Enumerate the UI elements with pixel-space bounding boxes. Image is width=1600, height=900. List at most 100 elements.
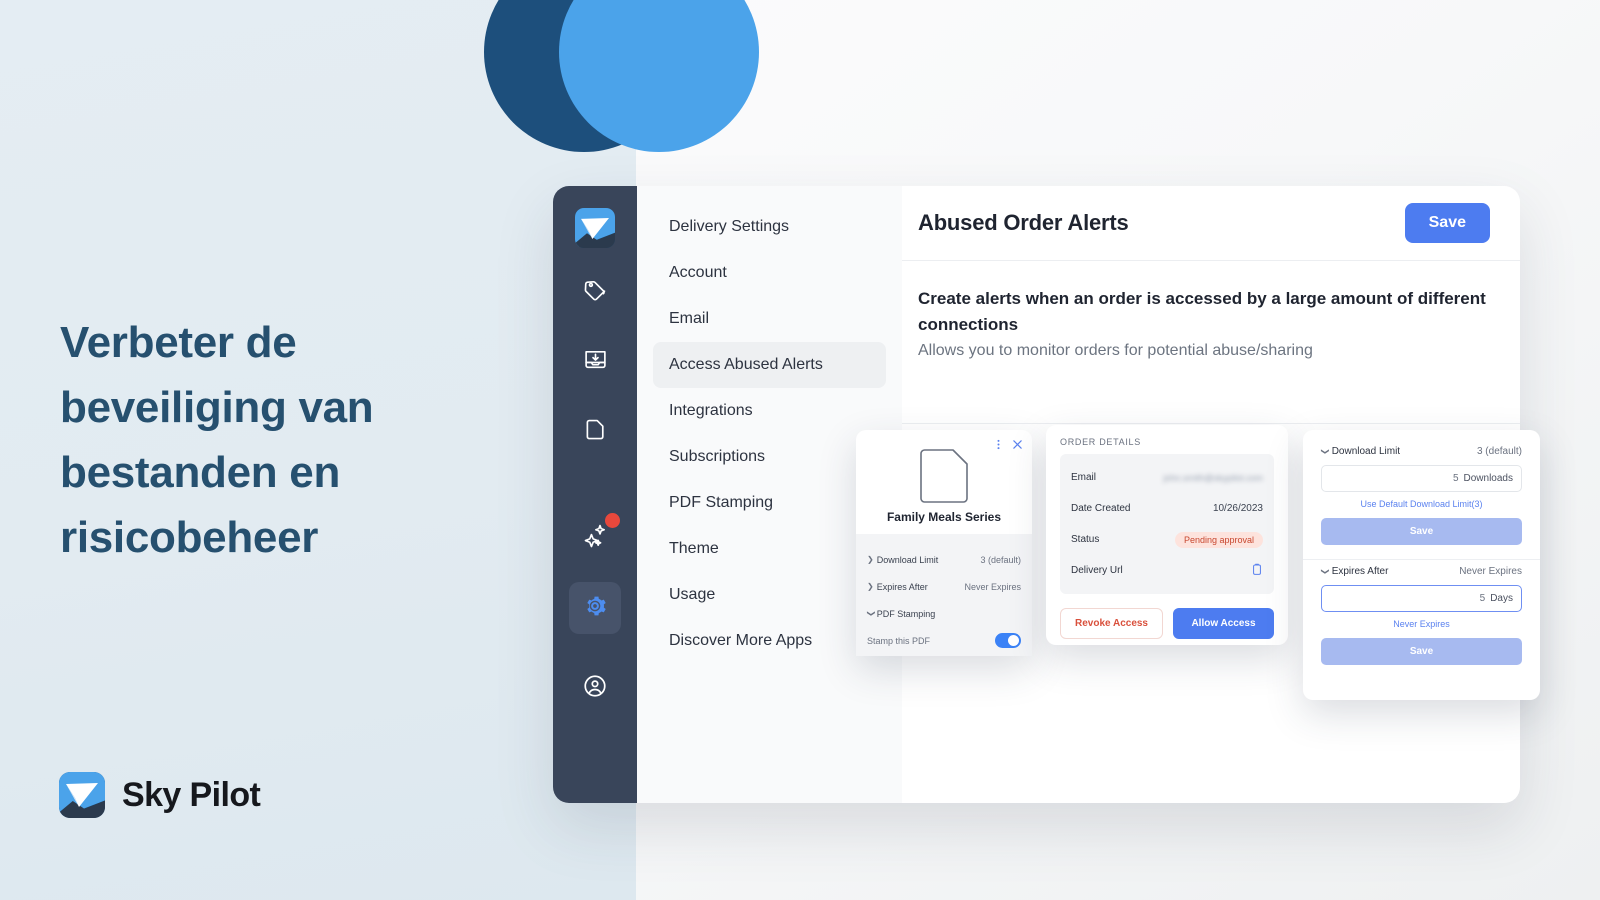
download-limit-save-button[interactable]: Save <box>1321 518 1522 545</box>
document-icon <box>918 448 970 509</box>
decorative-circles <box>484 0 794 162</box>
expires-after-section: ❮ Expires After Never Expires 5 Days Nev… <box>1303 560 1540 675</box>
sidebar-item-usage[interactable]: Usage <box>653 572 886 618</box>
rail-item-files[interactable] <box>569 406 621 458</box>
expires-after-value: Never Expires <box>1459 566 1522 577</box>
sidebar-item-discover-more-apps[interactable]: Discover More Apps <box>653 618 886 664</box>
copy-icon[interactable] <box>1251 563 1263 579</box>
sidebar-item-email[interactable]: Email <box>653 296 886 342</box>
gear-icon <box>582 593 608 624</box>
expires-after-input-value: 5 <box>1479 593 1486 604</box>
alerts-subtext: Allows you to monitor orders for potenti… <box>918 342 1313 359</box>
expires-after-save-button[interactable]: Save <box>1321 638 1522 665</box>
limits-card: ❮ Download Limit 3 (default) 5 Downloads… <box>1303 430 1540 700</box>
brand-lockup: Sky Pilot <box>59 772 261 818</box>
rail-item-settings[interactable] <box>569 582 621 634</box>
brand-name: Sky Pilot <box>122 775 261 814</box>
page-title: Abused Order Alerts <box>918 210 1129 235</box>
expires-after-input-unit: Days <box>1490 593 1513 604</box>
never-expires-link[interactable]: Never Expires <box>1321 619 1522 629</box>
download-limit-value: 3 (default) <box>1476 446 1522 457</box>
use-default-download-limit-link[interactable]: Use Default Download Limit(3) <box>1321 499 1522 509</box>
account-icon <box>582 673 608 704</box>
sidebar-item-label: Usage <box>669 586 716 603</box>
sidebar-item-label: Access Abused Alerts <box>669 356 823 373</box>
meta-value-text: Never Expires <box>964 581 1021 592</box>
sidebar-item-label: PDF Stamping <box>669 494 774 511</box>
notification-badge <box>605 513 620 528</box>
rail-item-orders[interactable] <box>569 336 621 388</box>
main-header: Abused Order Alerts Save <box>902 186 1520 261</box>
download-limit-section: ❮ Download Limit 3 (default) 5 Downloads… <box>1303 440 1540 555</box>
product-title: Family Meals Series <box>886 510 1002 524</box>
sidebar-item-label: Integrations <box>669 402 753 419</box>
sidebar-item-delivery-settings[interactable]: Delivery Settings <box>653 204 886 250</box>
meta-label-text: Download Limit <box>876 554 939 565</box>
chevron-down-icon: ❮ <box>865 610 875 617</box>
download-limit-label: Download Limit <box>1331 446 1401 457</box>
app-logo-icon[interactable] <box>575 208 615 248</box>
download-limit-input-unit: Downloads <box>1463 473 1513 484</box>
download-limit-header[interactable]: ❮ Download Limit 3 (default) <box>1319 446 1522 457</box>
content-divider <box>902 423 1520 424</box>
chevron-down-icon: ❮ <box>1319 448 1329 455</box>
order-row-delivery-url: Delivery Url <box>1071 555 1263 586</box>
expires-after-input[interactable]: 5 Days <box>1321 585 1522 612</box>
order-label-email: Email <box>1071 472 1097 483</box>
order-label-date-created: Date Created <box>1071 503 1131 514</box>
allow-access-button[interactable]: Allow Access <box>1173 608 1274 639</box>
order-value-email: john.smith@skypilot.com <box>1163 472 1263 483</box>
meta-row-download-limit[interactable]: ❯ Download Limit 3 (default) <box>867 546 1021 573</box>
download-limit-input[interactable]: 5 Downloads <box>1321 465 1522 492</box>
chevron-right-icon: ❯ <box>867 555 874 564</box>
meta-row-expires-after[interactable]: ❯ Expires After Never Expires <box>867 573 1021 600</box>
meta-value-text: 3 (default) <box>980 554 1021 565</box>
sidebar-item-theme[interactable]: Theme <box>653 526 886 572</box>
marketing-headline: Verbeter de beveiliging van bestanden en… <box>60 318 374 563</box>
meta-row-pdf-stamping[interactable]: ❮ PDF Stamping <box>865 600 1021 627</box>
order-label-delivery-url: Delivery Url <box>1071 565 1123 576</box>
inbox-download-icon <box>583 347 608 377</box>
sidebar-item-label: Discover More Apps <box>669 632 813 649</box>
meta-label-text: Expires After <box>876 581 928 592</box>
expires-after-label: Expires After <box>1331 566 1389 577</box>
icon-rail-sidebar <box>553 186 637 803</box>
expires-after-header[interactable]: ❮ Expires After Never Expires <box>1319 566 1522 577</box>
rail-item-account[interactable] <box>569 662 621 714</box>
tag-icon <box>583 277 608 307</box>
rail-item-whats-new[interactable] <box>569 512 621 564</box>
order-value-date-created: 10/26/2023 <box>1212 503 1263 514</box>
stamp-this-pdf-row: Stamp this PDF <box>867 633 1021 648</box>
product-settings-card: Family Meals Series ❯ Download Limit 3 (… <box>856 430 1032 656</box>
sidebar-item-access-abused-alerts[interactable]: Access Abused Alerts <box>653 342 886 388</box>
kebab-menu-icon[interactable] <box>993 437 1004 455</box>
sidebar-item-label: Account <box>669 264 727 281</box>
order-details-title: ORDER DETAILS <box>1060 437 1141 447</box>
order-actions: Revoke Access Allow Access <box>1060 608 1274 639</box>
sidebar-item-pdf-stamping[interactable]: PDF Stamping <box>653 480 886 526</box>
stamp-this-pdf-toggle[interactable] <box>995 633 1021 648</box>
sidebar-item-account[interactable]: Account <box>653 250 886 296</box>
meta-label-text: PDF Stamping <box>876 608 936 619</box>
rail-item-products[interactable] <box>569 266 621 318</box>
revoke-access-button[interactable]: Revoke Access <box>1060 608 1163 639</box>
order-details-card: ORDER DETAILS Email john.smith@skypilot.… <box>1046 425 1288 645</box>
order-label-status: Status <box>1071 534 1100 545</box>
alerts-heading: Create alerts when an order is accessed … <box>918 289 1486 334</box>
close-icon[interactable] <box>1012 437 1023 455</box>
main-body: Create alerts when an order is accessed … <box>902 261 1520 360</box>
order-row-email: Email john.smith@skypilot.com <box>1071 462 1263 493</box>
sidebar-item-label: Delivery Settings <box>669 218 790 235</box>
sidebar-item-label: Email <box>669 310 710 327</box>
chevron-down-icon: ❮ <box>1319 568 1329 575</box>
download-limit-input-value: 5 <box>1452 473 1459 484</box>
stamp-this-pdf-label: Stamp this PDF <box>867 635 931 646</box>
sidebar-item-subscriptions[interactable]: Subscriptions <box>653 434 886 480</box>
chevron-right-icon: ❯ <box>867 582 874 591</box>
product-card-actions <box>993 437 1023 455</box>
save-button[interactable]: Save <box>1404 203 1490 243</box>
status-badge: Pending approval <box>1174 531 1263 548</box>
document-icon <box>583 417 608 447</box>
sidebar-item-integrations[interactable]: Integrations <box>653 388 886 434</box>
product-meta-list: ❯ Download Limit 3 (default) ❯ Expires A… <box>856 534 1032 656</box>
